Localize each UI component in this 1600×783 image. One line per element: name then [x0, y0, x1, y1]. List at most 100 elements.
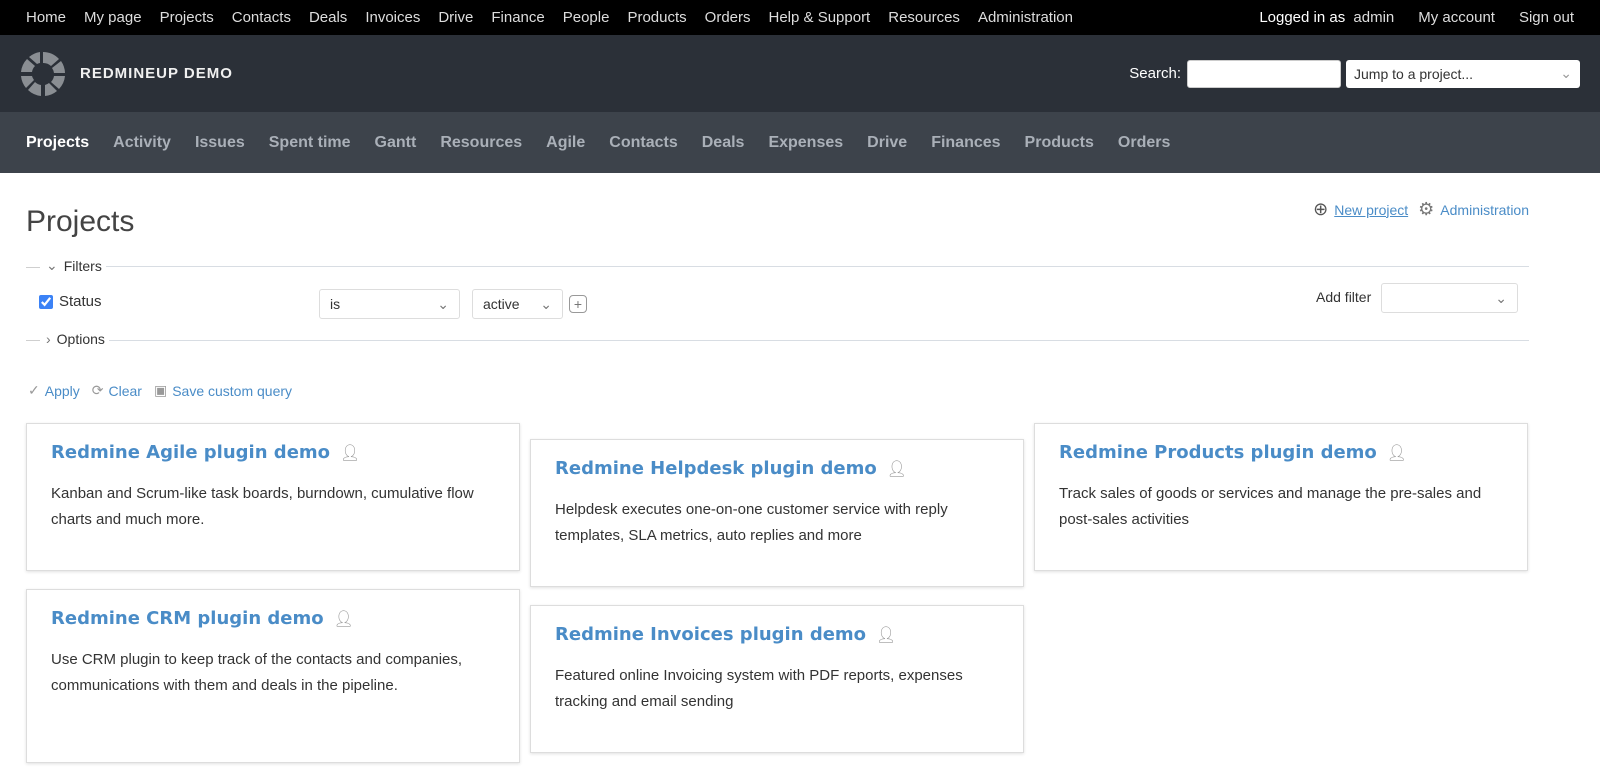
- new-project-link[interactable]: New project: [1334, 202, 1408, 218]
- project-card: Redmine Products plugin demo 👤︎ Track sal…: [1034, 423, 1528, 571]
- logged-in-label: Logged in as: [1259, 9, 1346, 26]
- status-value: active: [483, 296, 520, 312]
- jump-to-project-select[interactable]: Jump to a project... ⌄: [1346, 59, 1580, 88]
- user-icon: 👤︎: [876, 625, 897, 644]
- project-card: Redmine Agile plugin demo 👤︎ Kanban and S…: [26, 423, 520, 571]
- tab-products[interactable]: Products: [1025, 134, 1094, 152]
- query-actions: ✓ Apply ⟳ Clear ▣ Save custom query: [28, 382, 292, 399]
- gear-icon: ⚙: [1418, 199, 1435, 219]
- project-link[interactable]: Redmine Invoices plugin demo: [555, 624, 866, 645]
- administration-link[interactable]: Administration: [1440, 202, 1529, 218]
- sign-out-link[interactable]: Sign out: [1519, 9, 1574, 26]
- chevron-down-icon: ⌄: [437, 295, 449, 312]
- tab-agile[interactable]: Agile: [546, 134, 585, 152]
- project-link[interactable]: Redmine Agile plugin demo: [51, 442, 330, 463]
- user-icon: 👤︎: [886, 459, 908, 478]
- project-description: Helpdesk executes one-on-one customer se…: [555, 501, 948, 544]
- page-title: Projects: [26, 205, 135, 238]
- project-link[interactable]: Redmine CRM plugin demo: [51, 608, 324, 629]
- top-menu-home[interactable]: Home: [26, 9, 66, 26]
- user-link[interactable]: admin: [1353, 9, 1394, 26]
- status-checkbox[interactable]: [39, 294, 53, 309]
- add-value-icon[interactable]: +: [569, 295, 587, 313]
- chevron-down-icon: ⌄: [540, 295, 552, 312]
- tab-activity[interactable]: Activity: [113, 134, 171, 152]
- options-divider: [26, 340, 1529, 341]
- header: REDMINEUP DEMO Search: Jump to a project…: [0, 35, 1600, 112]
- chevron-right-icon: ›: [46, 331, 51, 347]
- check-icon: ✓: [28, 382, 40, 398]
- add-filter-select[interactable]: ⌄: [1381, 283, 1518, 313]
- status-label: Status: [59, 293, 102, 310]
- project-card: Redmine CRM plugin demo 👤︎ Use CRM plugin…: [26, 589, 520, 763]
- plus-circle-icon: ⊕: [1313, 199, 1329, 219]
- user-icon: 👤︎: [1386, 443, 1408, 462]
- save-label: Save custom query: [172, 382, 293, 399]
- tab-orders[interactable]: Orders: [1118, 134, 1170, 152]
- chevron-down-icon: ⌄: [1495, 289, 1507, 306]
- project-link[interactable]: Redmine Helpdesk plugin demo: [555, 458, 877, 479]
- project-link[interactable]: Redmine Products plugin demo: [1059, 442, 1377, 463]
- top-menu-drive[interactable]: Drive: [438, 9, 473, 26]
- project-card: Redmine Helpdesk plugin demo 👤︎ Helpdesk …: [530, 439, 1024, 587]
- search-input[interactable]: [1187, 59, 1341, 88]
- top-menu-resources[interactable]: Resources: [888, 9, 960, 26]
- search-area: Search: Jump to a project... ⌄: [1129, 59, 1580, 88]
- tab-gantt[interactable]: Gantt: [375, 134, 417, 152]
- operator-value: is: [330, 296, 341, 312]
- clear-label: Clear: [108, 382, 142, 399]
- contextual-links: ⊕ New project ⚙ Administration: [1313, 199, 1529, 220]
- project-description: Use CRM plugin to keep track of the cont…: [51, 651, 463, 694]
- tab-projects[interactable]: Projects: [26, 134, 89, 152]
- top-menu-help[interactable]: Help & Support: [769, 9, 871, 26]
- clear-button[interactable]: ⟳ Clear: [92, 382, 142, 399]
- save-icon: ▣: [153, 382, 168, 398]
- search-label: Search:: [1129, 65, 1181, 82]
- top-menu-people[interactable]: People: [563, 9, 610, 26]
- logo-icon: [21, 51, 65, 96]
- brand-name: REDMINEUP DEMO: [80, 65, 233, 82]
- main-menu: Projects Activity Issues Spent time Gant…: [0, 112, 1600, 173]
- options-toggle[interactable]: — › Options: [26, 331, 109, 347]
- status-filter: Status: [39, 293, 102, 310]
- top-menu-my-page[interactable]: My page: [84, 9, 142, 26]
- tab-drive[interactable]: Drive: [867, 134, 907, 152]
- options-legend: Options: [56, 331, 105, 347]
- tab-deals[interactable]: Deals: [702, 134, 745, 152]
- tab-contacts[interactable]: Contacts: [609, 134, 677, 152]
- filters-toggle[interactable]: — ⌄ Filters: [26, 257, 106, 274]
- chevron-down-icon: ⌄: [46, 257, 58, 273]
- status-operator-select[interactable]: is ⌄: [319, 289, 460, 319]
- filters-legend: Filters: [63, 257, 102, 274]
- reload-icon: ⟳: [91, 382, 104, 398]
- top-menu-orders[interactable]: Orders: [705, 9, 751, 26]
- filters-divider: [26, 266, 1529, 267]
- tab-expenses[interactable]: Expenses: [768, 134, 843, 152]
- top-menu-finance[interactable]: Finance: [491, 9, 544, 26]
- save-query-button[interactable]: ▣ Save custom query: [154, 382, 292, 399]
- logged-in-as: Logged in as admin: [1259, 9, 1394, 26]
- chevron-down-icon: ⌄: [1560, 65, 1572, 81]
- top-menu-invoices[interactable]: Invoices: [365, 9, 420, 26]
- apply-button[interactable]: ✓ Apply: [28, 382, 80, 399]
- top-menu-deals[interactable]: Deals: [309, 9, 347, 26]
- top-menu-products[interactable]: Products: [627, 9, 686, 26]
- project-card: Redmine Invoices plugin demo 👤︎ Featured …: [530, 605, 1024, 753]
- tab-issues[interactable]: Issues: [195, 134, 245, 152]
- my-account-link[interactable]: My account: [1418, 9, 1495, 26]
- top-menu-administration[interactable]: Administration: [978, 9, 1073, 26]
- apply-label: Apply: [44, 382, 80, 399]
- top-menu-projects[interactable]: Projects: [160, 9, 214, 26]
- tab-finances[interactable]: Finances: [931, 134, 1000, 152]
- add-filter-label: Add filter: [1316, 289, 1372, 305]
- project-description: Track sales of goods or services and man…: [1059, 485, 1482, 528]
- jump-label: Jump to a project...: [1354, 65, 1474, 82]
- tab-resources[interactable]: Resources: [440, 134, 522, 152]
- tab-spent-time[interactable]: Spent time: [269, 134, 351, 152]
- status-value-select[interactable]: active ⌄: [472, 289, 563, 319]
- top-menu-contacts[interactable]: Contacts: [232, 9, 291, 26]
- top-menu: Home My page Projects Contacts Deals Inv…: [0, 0, 1600, 35]
- user-icon: 👤︎: [333, 609, 354, 628]
- project-description: Kanban and Scrum-like task boards, burnd…: [51, 485, 474, 528]
- user-icon: 👤︎: [340, 443, 361, 462]
